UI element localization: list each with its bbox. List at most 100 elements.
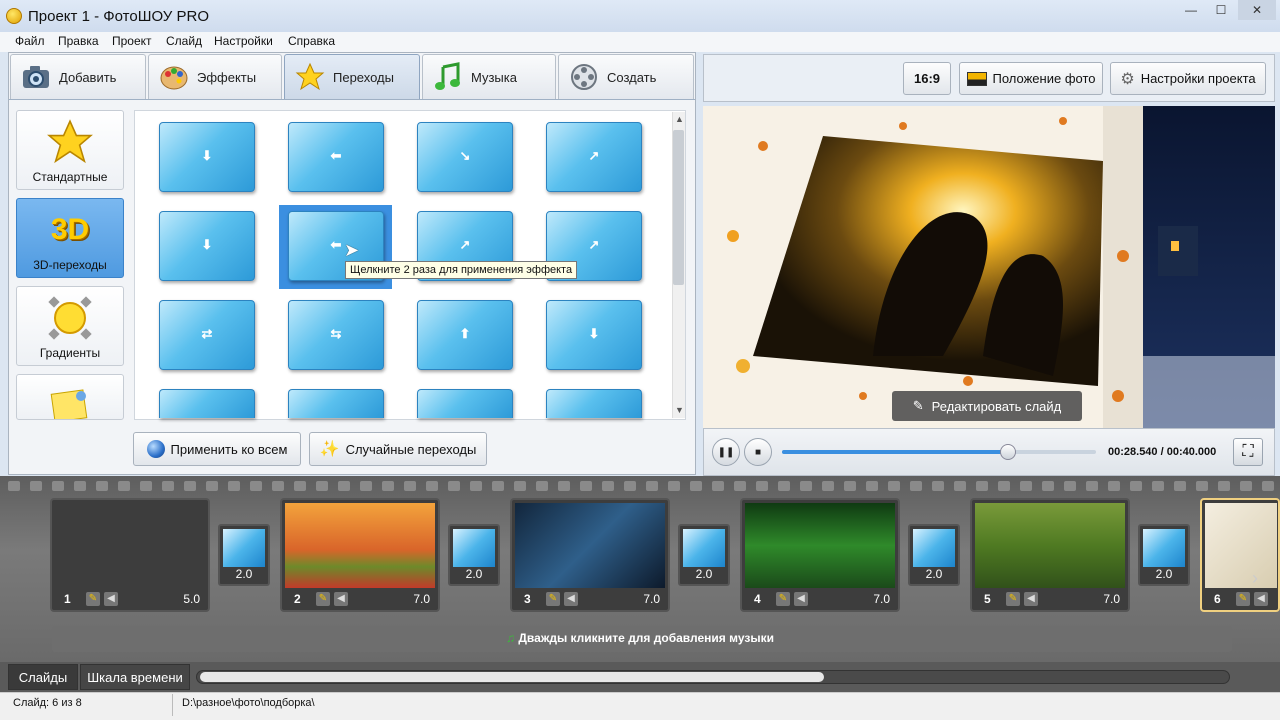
edit-pencil-icon[interactable]: ✎ — [86, 592, 100, 606]
transition-arrow-icon: ⬆ — [459, 326, 471, 341]
transition-duration: 2.0 — [925, 567, 943, 581]
sound-icon[interactable]: ◀ — [794, 592, 808, 606]
preview-image — [703, 106, 1275, 428]
transition-thumbnail[interactable]: ↗ — [546, 122, 642, 192]
category-3d[interactable]: 3D 3D-переходы — [16, 198, 124, 278]
film-perforation — [250, 481, 262, 491]
transition-arrow-icon: ⇆ — [330, 326, 342, 341]
tab-music[interactable]: Музыка — [422, 54, 556, 99]
transition-thumbnail[interactable]: ⬇ — [546, 300, 642, 370]
edit-slide-button[interactable]: ✎ Редактировать слайд — [892, 391, 1082, 421]
transition-thumbnail[interactable]: ⬅ — [288, 122, 384, 192]
transition-slot[interactable]: 2.0 — [1138, 524, 1190, 586]
tab-slides[interactable]: Слайды — [8, 664, 78, 690]
film-perforation — [778, 481, 790, 491]
scroll-down-icon[interactable]: ▼ — [675, 405, 684, 415]
sound-icon[interactable]: ◀ — [564, 592, 578, 606]
category-gradients[interactable]: Градиенты — [16, 286, 124, 366]
film-perforation — [932, 481, 944, 491]
progress-knob[interactable] — [1000, 444, 1017, 460]
transition-thumbnail[interactable] — [288, 389, 384, 418]
sound-icon[interactable]: ◀ — [1024, 592, 1038, 606]
transition-slot[interactable]: 2.0 — [218, 524, 270, 586]
menu-edit[interactable]: Правка — [58, 34, 99, 48]
menu-settings[interactable]: Настройки — [214, 34, 273, 48]
fullscreen-button[interactable]: ⛶ — [1233, 438, 1263, 466]
transition-slot[interactable]: 2.0 — [908, 524, 960, 586]
edit-pencil-icon[interactable]: ✎ — [546, 592, 560, 606]
pause-button[interactable]: ❚❚ — [712, 438, 740, 466]
tab-add[interactable]: Добавить — [10, 54, 146, 99]
apply-to-all-button[interactable]: Применить ко всем — [133, 432, 301, 466]
menu-help[interactable]: Справка — [288, 34, 335, 48]
tab-create[interactable]: Создать — [558, 54, 694, 99]
transition-slot[interactable]: 2.0 — [678, 524, 730, 586]
film-perforation — [580, 481, 592, 491]
edit-pencil-icon[interactable]: ✎ — [776, 592, 790, 606]
transition-arrow-icon: ⬇ — [588, 326, 600, 341]
stop-button[interactable]: ■ — [744, 438, 772, 466]
slide-duration: 7.0 — [1103, 592, 1120, 606]
photo-position-label: Положение фото — [992, 71, 1096, 86]
film-perforation — [162, 481, 174, 491]
category-other[interactable] — [16, 374, 124, 420]
transition-thumbnail[interactable] — [417, 389, 513, 418]
menu-project[interactable]: Проект — [112, 34, 152, 48]
menu-slide[interactable]: Слайд — [166, 34, 202, 48]
edit-pencil-icon[interactable]: ✎ — [316, 592, 330, 606]
close-button[interactable]: ✕ — [1238, 0, 1276, 20]
film-perforation — [184, 481, 196, 491]
transition-slot[interactable]: 2.0 — [448, 524, 500, 586]
film-perforation — [1108, 481, 1120, 491]
aspect-ratio-button[interactable]: 16:9 — [903, 62, 951, 95]
film-perforation — [228, 481, 240, 491]
transition-duration: 2.0 — [1155, 567, 1173, 581]
scroll-up-icon[interactable]: ▲ — [675, 114, 684, 124]
chevron-right-icon[interactable]: › — [1252, 568, 1258, 589]
slide-number: 1 — [64, 592, 71, 606]
transition-thumbnail[interactable] — [546, 389, 642, 418]
category-standard[interactable]: Стандартные — [16, 110, 124, 190]
maximize-button[interactable]: ☐ — [1206, 0, 1236, 20]
transition-thumbnail[interactable]: ⬆ — [417, 300, 513, 370]
photo-position-button[interactable]: Положение фото — [959, 62, 1103, 95]
transition-thumbnail[interactable]: ⬇ — [159, 122, 255, 192]
project-settings-button[interactable]: ⚙ Настройки проекта — [1110, 62, 1266, 95]
random-transitions-button[interactable]: ✨ Случайные переходы — [309, 432, 487, 466]
sound-icon[interactable]: ◀ — [1254, 592, 1268, 606]
slide-thumbnail[interactable]: 1 ✎ ◀ 5.0 — [50, 498, 210, 612]
category-label: 3D-переходы — [33, 258, 107, 272]
transition-thumbnail[interactable]: ⬇ — [159, 211, 255, 281]
tab-label: Переходы — [333, 69, 394, 85]
sound-icon[interactable]: ◀ — [334, 592, 348, 606]
transition-thumbnail[interactable]: ↘ — [417, 122, 513, 192]
transition-thumbnail[interactable]: ⇄ — [159, 300, 255, 370]
transition-thumbnail[interactable]: ⇆ — [288, 300, 384, 370]
sound-icon[interactable]: ◀ — [104, 592, 118, 606]
transition-duration: 2.0 — [465, 567, 483, 581]
transition-arrow-icon: ↗ — [588, 237, 600, 252]
minimize-button[interactable]: — — [1176, 0, 1206, 20]
transition-preview — [1143, 529, 1185, 567]
pencil-icon: ✎ — [912, 398, 924, 413]
slide-thumbnail[interactable]: 2 ✎ ◀ 7.0 — [280, 498, 440, 612]
tab-transitions[interactable]: Переходы — [284, 54, 420, 99]
film-perforation — [382, 481, 394, 491]
slide-number: 3 — [524, 592, 531, 606]
scrollbar-thumb[interactable] — [673, 130, 684, 285]
slide-thumbnail[interactable]: 6 ✎ ◀ — [1200, 498, 1280, 612]
project-settings-label: Настройки проекта — [1140, 71, 1256, 86]
strip-scrollbar-thumb[interactable] — [200, 672, 824, 682]
slide-thumbnail[interactable]: 3 ✎ ◀ 7.0 — [510, 498, 670, 612]
transition-duration: 2.0 — [695, 567, 713, 581]
edit-pencil-icon[interactable]: ✎ — [1006, 592, 1020, 606]
tab-effects[interactable]: Эффекты — [148, 54, 282, 99]
slide-thumbnail[interactable]: 5 ✎ ◀ 7.0 — [970, 498, 1130, 612]
mouse-cursor-icon: ➤ — [344, 240, 360, 260]
transition-thumbnail[interactable] — [159, 389, 255, 418]
slide-thumbnail[interactable]: 4 ✎ ◀ 7.0 — [740, 498, 900, 612]
tab-timeline[interactable]: Шкала времени — [80, 664, 190, 690]
edit-pencil-icon[interactable]: ✎ — [1236, 592, 1250, 606]
film-perforation — [1130, 481, 1142, 491]
menu-file[interactable]: Файл — [15, 34, 45, 48]
